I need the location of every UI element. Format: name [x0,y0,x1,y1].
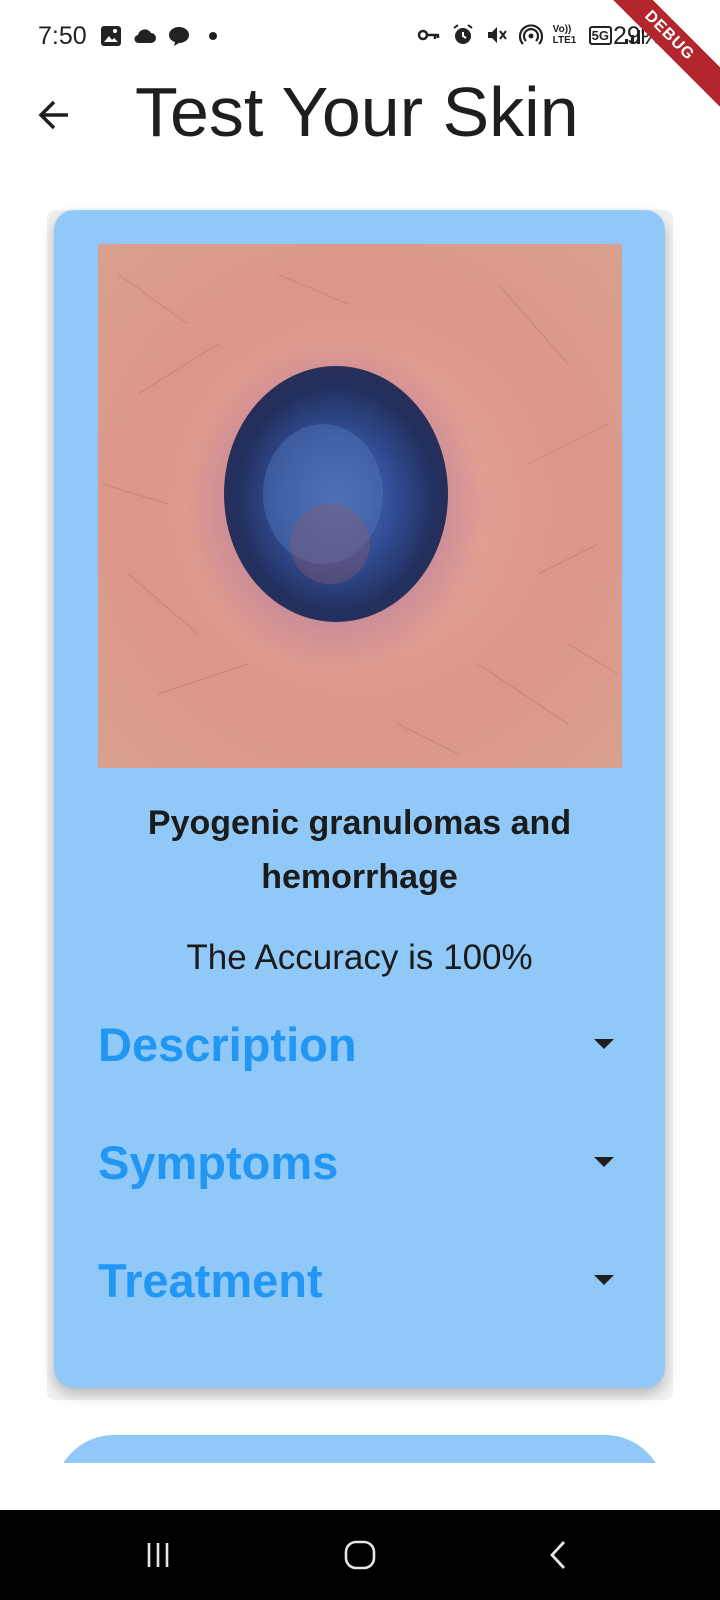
recent-apps-button[interactable] [128,1530,188,1580]
caret-down-icon [594,1275,614,1285]
key-icon [417,29,439,41]
scroll-clip [0,1463,720,1511]
nav-back-button[interactable] [530,1530,590,1580]
accuracy-label: The Accuracy is 100% [186,938,533,977]
back-icon [550,1541,566,1569]
home-button[interactable] [330,1530,390,1580]
arrow-left-icon [38,100,68,130]
skin-lesion-image [98,244,622,768]
home-icon [344,1540,376,1570]
system-icons: Vo)) LTE1 5G [417,23,646,47]
5g-icon: 5G [588,25,612,45]
mute-icon [487,27,507,43]
section-title: Description [98,1018,357,1071]
recent-apps-icon [147,1543,169,1567]
back-button[interactable] [30,91,78,139]
dot-icon [209,32,217,40]
cloud-icon [134,29,156,44]
caret-down-icon [594,1039,614,1049]
volte-icon: Vo)) LTE1 [552,24,577,46]
hotspot-icon [518,24,543,45]
status-time: 7:50 [38,22,87,50]
system-nav-bar [0,1510,720,1600]
diagnosis-label: Pyogenic granulomas and hemorrhage [147,804,572,896]
section-title: Treatment [98,1254,323,1307]
section-title: Symptoms [98,1136,339,1189]
page-title: Test Your Skin [135,73,579,151]
notification-icons [99,24,225,48]
image-icon [101,26,121,46]
result-card: Pyogenic granulomas and hemorrhage The A… [54,210,665,1388]
app-bar: Test Your Skin [0,73,720,184]
section-description[interactable]: Description [98,1010,622,1080]
alarm-icon [453,24,473,44]
section-treatment[interactable]: Treatment [98,1246,622,1316]
caret-down-icon [594,1157,614,1167]
section-symptoms[interactable]: Symptoms [98,1128,622,1198]
status-bar: 7:50 Vo)) LTE1 5G 29% [0,0,720,74]
chat-icon [169,27,189,46]
